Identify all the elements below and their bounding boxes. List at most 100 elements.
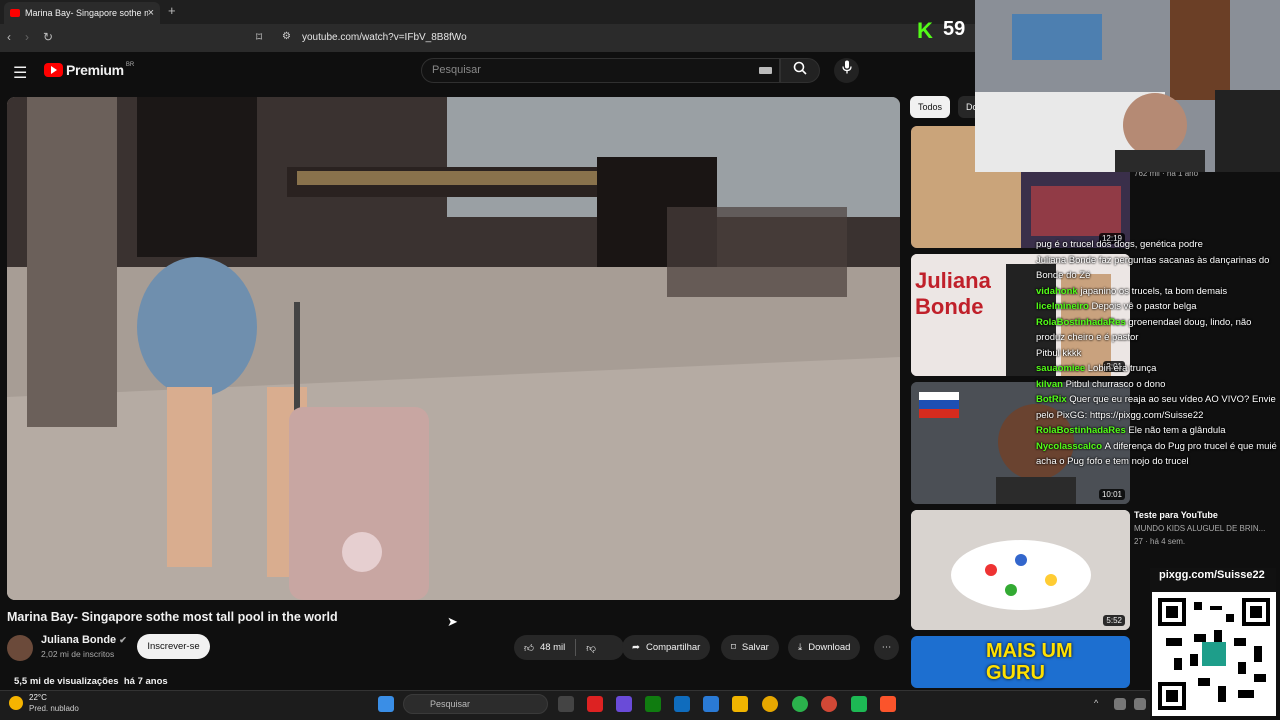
share-button[interactable]: ➦ Compartilhar xyxy=(622,635,711,660)
voice-search-button[interactable] xyxy=(834,58,859,83)
thumbs-down-icon: 👎︎ xyxy=(586,642,596,654)
green-app-icon[interactable] xyxy=(851,696,867,712)
search-icon xyxy=(793,61,807,75)
chrome-alt-icon[interactable] xyxy=(821,696,837,712)
stream-chat: pug é o trucel dos dogs, genética podre J… xyxy=(1036,237,1280,470)
chat-username: licelmineiro xyxy=(1036,301,1092,312)
chat-message: RolaBostinhadaRes Ele não tem a glândula xyxy=(1036,423,1280,439)
weather-description[interactable]: Pred. nublado xyxy=(29,704,79,713)
dislike-button[interactable]: 👎︎ xyxy=(586,642,596,654)
upload-age: há 7 anos xyxy=(123,676,168,687)
reload-button[interactable]: ↻ xyxy=(43,30,53,44)
recommended-title[interactable]: Teste para YouTube xyxy=(1134,510,1218,520)
bookmark-icon[interactable]: ⌑ xyxy=(256,30,262,44)
view-count: 5,5 mi de visualizações xyxy=(14,676,119,687)
save-button[interactable]: ⌑ Salvar xyxy=(721,635,779,660)
chat-username: Nycolasscalco xyxy=(1036,440,1105,452)
site-info-icon[interactable]: ⚙ xyxy=(282,31,291,42)
search-button[interactable] xyxy=(780,58,820,83)
weather-icon[interactable] xyxy=(9,696,23,710)
like-button[interactable]: 👍︎ 48 mil xyxy=(524,642,565,654)
brave-icon[interactable] xyxy=(880,696,896,712)
windows-start-icon[interactable] xyxy=(378,696,394,712)
save-label: Salvar xyxy=(741,642,769,653)
chat-text: Quer que eu reaja ao seu vídeo AO VIVO? … xyxy=(1036,394,1276,421)
webcam-image xyxy=(975,0,1280,172)
youtube-premium-logo[interactable]: Premium BR xyxy=(44,62,134,78)
logo-text: Premium xyxy=(66,62,124,78)
youtube-play-icon xyxy=(44,63,63,77)
like-dislike-group: 👍︎ 48 mil 👎︎ xyxy=(514,635,624,660)
recommended-thumbnail[interactable]: MAIS UM GURU xyxy=(911,636,1130,688)
recommended-thumbnail[interactable]: 5:52 xyxy=(911,510,1130,630)
vpn-app-icon[interactable] xyxy=(616,696,632,712)
youtube-app-icon[interactable] xyxy=(587,696,603,712)
more-actions-button[interactable]: ⋯ xyxy=(874,635,899,660)
download-button[interactable]: ⤓ Download xyxy=(788,635,861,660)
network-icon[interactable] xyxy=(1114,698,1126,710)
close-tab-icon[interactable]: × xyxy=(148,7,154,19)
xbox-icon[interactable] xyxy=(645,696,661,712)
video-frame xyxy=(7,97,900,600)
recommended-channel[interactable]: MUNDO KIDS ALUGUEL DE BRIN... xyxy=(1134,524,1265,533)
chat-text: Depois vê o pastor belga xyxy=(1091,301,1197,312)
recommended-meta: 27 · há 4 sem. xyxy=(1134,537,1186,546)
chat-text: pug é o trucel dos dogs, genética podre xyxy=(1036,239,1203,250)
video-title: Marina Bay- Singapore sothe most tall po… xyxy=(7,610,338,624)
channel-name[interactable]: Juliana Bonde ✔ xyxy=(41,634,127,646)
chat-message: licelmineiro Depois vê o pastor belga xyxy=(1036,299,1280,315)
task-view-icon[interactable] xyxy=(558,696,574,712)
chat-message: Pitbul kkkk xyxy=(1036,346,1280,362)
chat-text: Pitbul kkkk xyxy=(1036,347,1082,359)
chip-all[interactable]: Todos xyxy=(910,96,951,118)
search-input[interactable]: Pesquisar xyxy=(421,58,780,83)
chat-text: Ele não tem a glândula xyxy=(1128,425,1226,436)
chat-message: pug é o trucel dos dogs, genética podre xyxy=(1036,237,1280,253)
chat-message: vidahonk japanino os trucels, ta bom dem… xyxy=(1036,284,1280,300)
viewer-count: 59 xyxy=(943,18,966,40)
chrome-profile-icon[interactable] xyxy=(792,696,808,712)
back-button[interactable]: ‹ xyxy=(7,30,11,44)
channel-avatar[interactable] xyxy=(7,635,33,661)
volume-icon[interactable] xyxy=(1134,698,1146,710)
mouse-cursor-icon: ➤ xyxy=(447,614,458,629)
chat-username: vidahonk xyxy=(1036,285,1081,297)
video-player[interactable] xyxy=(7,97,900,600)
video-duration: 5:52 xyxy=(1103,615,1125,626)
like-count: 48 mil xyxy=(539,642,566,653)
notes-app-icon[interactable] xyxy=(674,696,690,712)
share-label: Compartilhar xyxy=(645,642,701,653)
download-label: Download xyxy=(808,642,851,653)
views-and-date: 5,5 mi de visualizações há 7 anos xyxy=(14,676,168,687)
tray-chevron-icon[interactable]: ^ xyxy=(1094,698,1098,708)
share-icon: ➦ xyxy=(632,642,640,653)
url-field[interactable]: youtube.com/watch?v=IFbV_8B8fWo xyxy=(302,32,467,43)
forward-button[interactable]: › xyxy=(25,30,29,44)
chat-username: RolaBostinhadaRes xyxy=(1036,316,1129,328)
hamburger-menu-icon[interactable]: ☰ xyxy=(13,63,27,83)
tab-title: Marina Bay- Singapore sothe mo xyxy=(25,8,148,18)
chat-username: RolaBostinhadaRes xyxy=(1036,425,1129,436)
verified-icon: ✔ xyxy=(119,635,127,645)
webcam-overlay xyxy=(975,0,1280,172)
thumbnail-text: Juliana Bonde xyxy=(915,268,991,319)
chat-message: RolaBostinhadaRes groenendael doug, lind… xyxy=(1036,315,1280,346)
new-tab-button[interactable]: + xyxy=(168,3,176,18)
bookmark-save-icon: ⌑ xyxy=(731,642,736,653)
chat-text: Pitbul churrasco o dono xyxy=(1065,378,1166,390)
qr-code-image xyxy=(1158,598,1270,710)
browser-tab[interactable]: Marina Bay- Singapore sothe mo × xyxy=(4,2,160,24)
file-explorer-icon[interactable] xyxy=(732,696,748,712)
keyboard-icon[interactable] xyxy=(759,67,772,74)
taskbar-search[interactable]: Pesquisar xyxy=(403,694,548,714)
thumbs-up-icon: 👍︎ xyxy=(524,642,534,654)
weather-temperature[interactable]: 22°C xyxy=(29,693,47,702)
chat-message: sauaomiee Lobin era trunça xyxy=(1036,361,1280,377)
chrome-icon[interactable] xyxy=(762,696,778,712)
microphone-icon xyxy=(841,60,852,74)
thumbnail-image xyxy=(911,510,1130,630)
store-icon[interactable] xyxy=(703,696,719,712)
chat-text: japanino os trucels, ta bom demais xyxy=(1080,285,1228,297)
chat-text: Juliana Bonde faz perguntas sacanas às d… xyxy=(1036,254,1270,282)
subscribe-button[interactable]: Inscrever-se xyxy=(137,634,210,659)
